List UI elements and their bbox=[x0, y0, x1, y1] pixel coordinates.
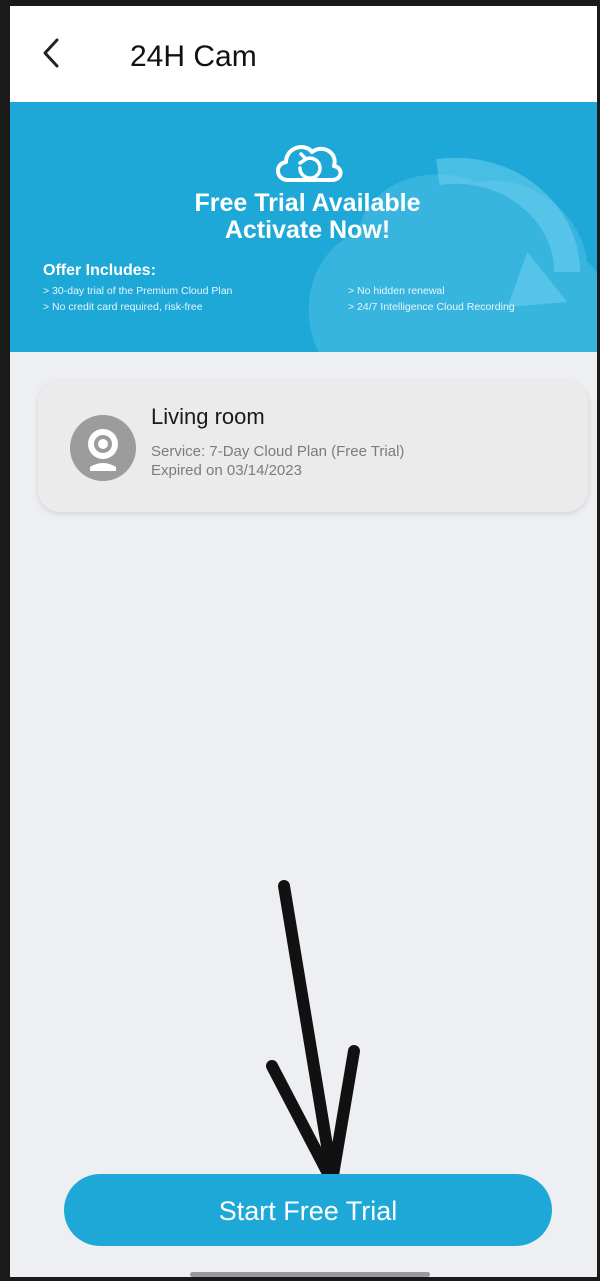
offer-item: > No credit card required, risk-free bbox=[43, 301, 203, 313]
device-name: Living room bbox=[151, 404, 265, 429]
device-service: Service: 7-Day Cloud Plan (Free Trial) bbox=[151, 443, 405, 460]
device-expiry: Expired on 03/14/2023 bbox=[151, 462, 302, 479]
page-title: 24H Cam bbox=[130, 40, 257, 73]
banner-title-line1: Free Trial Available bbox=[194, 189, 421, 217]
offer-item: > 30-day trial of the Premium Cloud Plan bbox=[43, 285, 233, 297]
chevron-left-icon bbox=[43, 38, 59, 68]
start-free-trial-button[interactable]: Start Free Trial bbox=[64, 1174, 552, 1246]
phone-screen: 24H Cam Free Trial Available Activate No… bbox=[0, 0, 600, 1281]
banner-title: Free Trial Available Activate Now! bbox=[10, 190, 597, 244]
device-card[interactable]: Living room Service: 7-Day Cloud Plan (F… bbox=[38, 380, 588, 512]
banner-title-line2: Activate Now! bbox=[224, 216, 391, 244]
free-trial-banner[interactable]: Free Trial Available Activate Now! Offer… bbox=[10, 102, 597, 352]
offer-item: > No hidden renewal bbox=[348, 285, 445, 297]
camera-icon bbox=[70, 415, 136, 481]
cloud-refresh-icon bbox=[276, 145, 343, 182]
home-indicator bbox=[190, 1272, 430, 1277]
down-arrow-annotation bbox=[266, 880, 360, 1187]
back-button[interactable] bbox=[28, 28, 78, 78]
header-bar: 24H Cam bbox=[10, 6, 597, 102]
offer-heading: Offer Includes: bbox=[43, 262, 156, 279]
offer-item: > 24/7 Intelligence Cloud Recording bbox=[348, 301, 515, 313]
